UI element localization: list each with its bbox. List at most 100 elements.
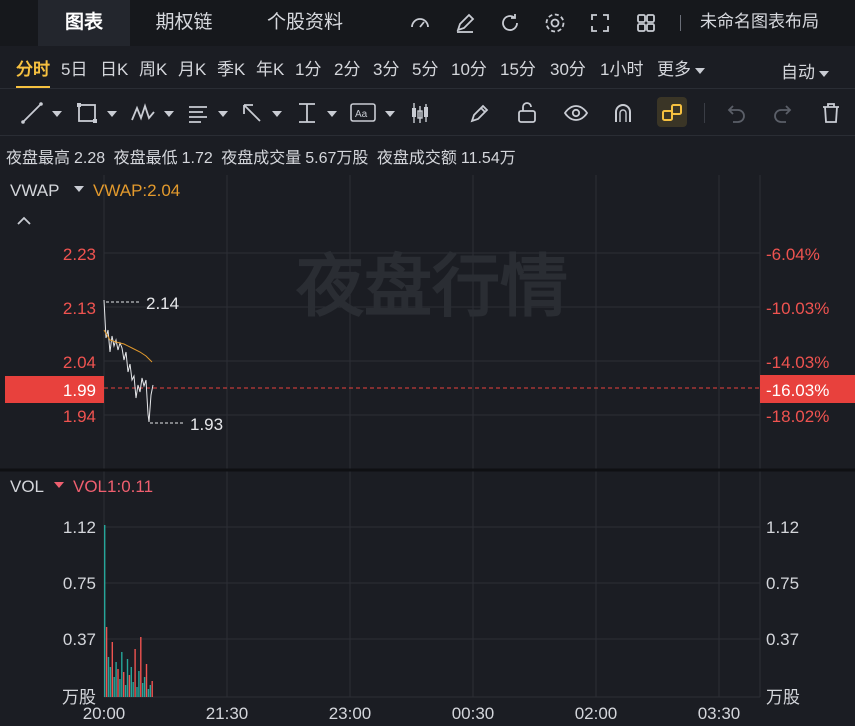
vol-y-tick: 1.12 <box>63 518 96 537</box>
period-2m[interactable]: 2分 <box>334 55 360 80</box>
night-summary: 夜盘最高 2.28 夜盘最低 1.72 夜盘成交量 5.67万股 夜盘成交额 11.54… <box>6 144 520 168</box>
period-quarter[interactable]: 季K <box>217 55 245 80</box>
chevron-down-icon[interactable] <box>327 111 337 117</box>
vol-y-tick: 0.37 <box>63 630 96 649</box>
fullscreen-icon[interactable] <box>588 11 612 35</box>
vol-label[interactable]: VOL <box>10 477 44 496</box>
settings-icon[interactable] <box>543 11 567 35</box>
y-tick: 2.13 <box>63 299 96 318</box>
current-price: 1.99 <box>63 381 96 400</box>
period-10m[interactable]: 10分 <box>451 55 487 80</box>
tab-option-chain[interactable]: 期权链 <box>144 0 224 46</box>
chart-canvas[interactable]: 夜盘行情 VWAP VWAP:2.04 2.23 2.13 2.04 1.94 … <box>0 170 855 726</box>
grid-layout-icon[interactable] <box>634 11 658 35</box>
gauge-icon[interactable] <box>408 11 432 35</box>
top-bar: 图表 期权链 个股资料 未命名图表布局 <box>0 0 855 46</box>
tab-chart[interactable]: 图表 <box>38 0 130 46</box>
chevron-down-icon[interactable] <box>164 111 174 117</box>
chevron-down-icon[interactable] <box>218 111 228 117</box>
volume-label: 夜盘成交量 <box>221 150 302 167</box>
rectangle-icon[interactable] <box>75 100 99 126</box>
volume-bar <box>126 659 129 697</box>
fib-icon[interactable] <box>186 100 210 126</box>
x-tick: 21:30 <box>206 704 249 723</box>
auto-dropdown[interactable]: 自动 <box>781 58 829 83</box>
volume-bar <box>104 525 106 697</box>
drawing-toolbar: Aa <box>0 88 855 136</box>
pct-tick: -18.02% <box>766 407 829 426</box>
period-day[interactable]: 日K <box>100 55 128 80</box>
chevron-down-icon[interactable] <box>385 111 395 117</box>
period-year[interactable]: 年K <box>256 55 284 80</box>
arrow-icon[interactable] <box>240 100 264 126</box>
volume-bar <box>107 657 110 697</box>
volume-bar <box>119 679 121 697</box>
refresh-icon[interactable] <box>498 11 522 35</box>
volume-bar <box>143 677 146 697</box>
low-marker: 1.93 <box>190 415 223 434</box>
more-dropdown[interactable]: 更多 <box>657 55 705 80</box>
link-icon[interactable] <box>660 100 684 126</box>
chevron-down-icon[interactable] <box>54 482 64 488</box>
period-5m[interactable]: 5分 <box>412 55 438 80</box>
collapse-icon[interactable] <box>17 216 31 225</box>
chevron-down-icon[interactable] <box>107 111 117 117</box>
volume-bar <box>123 672 125 697</box>
layout-name[interactable]: 未命名图表布局 <box>700 0 819 46</box>
volume-bar <box>130 667 132 697</box>
chevron-down-icon[interactable] <box>272 111 282 117</box>
period-week[interactable]: 周K <box>139 55 167 80</box>
period-1h[interactable]: 1小时 <box>600 55 643 80</box>
period-30m[interactable]: 30分 <box>550 55 586 80</box>
current-pct: -16.03% <box>766 381 829 400</box>
volume-bar <box>109 667 112 697</box>
vwap-label[interactable]: VWAP <box>10 181 59 200</box>
chevron-down-icon <box>819 70 829 77</box>
pencil-icon[interactable] <box>467 100 491 126</box>
chevron-down-icon[interactable] <box>52 111 62 117</box>
eye-icon[interactable] <box>563 100 589 126</box>
y-tick: 1.94 <box>63 407 96 426</box>
y-tick: 2.23 <box>63 245 96 264</box>
volume-bar <box>145 664 148 697</box>
volume-bar <box>149 685 151 697</box>
vol-value: VOL1:0.11 <box>73 477 153 496</box>
redo-icon[interactable] <box>771 100 795 126</box>
vol-y-tick: 0.37 <box>766 630 799 649</box>
tab-stock-info[interactable]: 个股资料 <box>250 0 360 46</box>
period-intraday[interactable]: 分时 <box>16 55 50 89</box>
trendline-icon[interactable] <box>20 100 44 126</box>
volume-bar <box>134 649 136 697</box>
candle-icon[interactable] <box>408 100 432 126</box>
volume-bars <box>104 525 153 697</box>
lock-icon[interactable] <box>515 100 539 126</box>
volume-bar <box>140 637 142 697</box>
pct-tick: -6.04% <box>766 245 820 264</box>
high-value: 2.28 <box>74 150 106 167</box>
period-5d[interactable]: 5日 <box>61 55 87 80</box>
pattern-icon[interactable] <box>130 100 156 126</box>
high-label: 夜盘最高 <box>6 150 71 167</box>
volume-bar <box>121 652 123 697</box>
volume-bar <box>113 677 115 697</box>
magnet-icon[interactable] <box>611 100 635 126</box>
volume-value: 5.67万股 <box>305 150 369 167</box>
period-1m[interactable]: 1分 <box>295 55 321 80</box>
x-tick: 23:00 <box>329 704 372 723</box>
volume-bar <box>136 687 138 697</box>
edit-icon[interactable] <box>453 11 477 35</box>
period-15m[interactable]: 15分 <box>500 55 536 80</box>
volume-bar <box>115 662 117 697</box>
undo-icon[interactable] <box>724 100 748 126</box>
period-bar: 分时 5日 日K 周K 月K 季K 年K 1分 2分 3分 5分 10分 15分… <box>0 46 855 89</box>
text-icon[interactable]: Aa <box>349 100 377 126</box>
y-tick: 2.04 <box>63 353 96 372</box>
measure-icon[interactable] <box>295 100 319 126</box>
chevron-down-icon[interactable] <box>74 186 84 192</box>
amount-label: 夜盘成交额 <box>376 150 457 167</box>
period-month[interactable]: 月K <box>178 55 206 80</box>
vol-y-tick: 0.75 <box>766 574 799 593</box>
period-3m[interactable]: 3分 <box>373 55 399 80</box>
trash-icon[interactable] <box>819 100 843 126</box>
amount-value: 11.54万 <box>460 150 516 167</box>
